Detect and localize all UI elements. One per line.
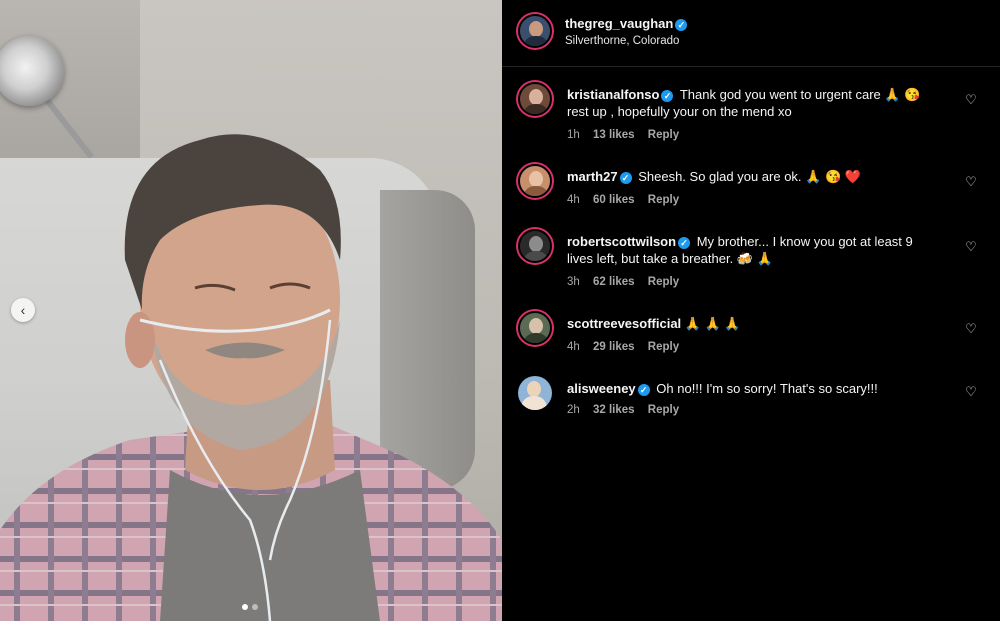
comment-time: 3h <box>567 276 580 288</box>
comment-likes[interactable]: 29 likes <box>593 341 635 353</box>
reply-button[interactable]: Reply <box>648 404 679 416</box>
verified-badge-icon: ✓ <box>678 237 691 249</box>
verified-badge-icon: ✓ <box>661 90 674 102</box>
comment-body: scottreevesofficial 🙏 🙏 🙏 <box>567 315 937 332</box>
verified-badge-icon: ✓ <box>619 172 632 184</box>
comment-meta: 1h 13 likes Reply <box>567 129 689 141</box>
carousel-dot <box>252 604 258 610</box>
reply-button[interactable]: Reply <box>648 194 679 206</box>
commenter-username[interactable]: alisweeney <box>567 381 636 396</box>
comment-body: kristianalfonso ✓ Thank god you went to u… <box>567 86 937 120</box>
heart-outline-icon[interactable]: ♡ <box>964 322 978 336</box>
comment-likes[interactable]: 60 likes <box>593 194 635 206</box>
verified-badge-icon: ✓ <box>675 19 688 31</box>
comment-time: 2h <box>567 404 580 416</box>
reply-button[interactable]: Reply <box>648 341 679 353</box>
heart-outline-icon[interactable]: ♡ <box>964 93 978 107</box>
comment-meta: 4h 29 likes Reply <box>567 341 689 353</box>
comment-text: 🙏 🙏 🙏 <box>684 316 741 331</box>
comment-text: Oh no!!! I'm so sorry! That's so scary!!… <box>656 381 878 396</box>
comment-time: 4h <box>567 194 580 206</box>
post-photo: ‹ <box>0 0 502 621</box>
commenter-avatar[interactable] <box>518 311 552 345</box>
verified-badge-icon: ✓ <box>637 384 650 396</box>
comment-likes[interactable]: 62 likes <box>593 276 635 288</box>
chevron-left-icon: ‹ <box>20 302 26 318</box>
comment-meta: 2h 32 likes Reply <box>567 404 689 416</box>
comment-meta: 3h 62 likes Reply <box>567 276 689 288</box>
author-avatar[interactable] <box>518 14 552 48</box>
comment-likes[interactable]: 32 likes <box>593 404 635 416</box>
commenter-avatar[interactable] <box>518 229 552 263</box>
commenter-avatar[interactable] <box>518 82 552 116</box>
commenter-avatar[interactable] <box>518 164 552 198</box>
comment-text: Sheesh. So glad you are ok. 🙏 😘 ❤️ <box>638 169 861 184</box>
comment-body: robertscottwilson ✓ My brother... I know … <box>567 233 937 267</box>
carousel-dot <box>242 604 248 610</box>
comment-body: alisweeney ✓ Oh no!!! I'm so sorry! That'… <box>567 380 937 397</box>
reply-button[interactable]: Reply <box>648 129 679 141</box>
commenter-username[interactable]: kristianalfonso <box>567 87 659 102</box>
commenter-username[interactable]: scottreevesofficial <box>567 316 681 331</box>
comment-likes[interactable]: 13 likes <box>593 129 635 141</box>
commenter-avatar[interactable] <box>518 376 552 410</box>
carousel-dots <box>242 604 258 610</box>
comments-panel: thegreg_vaughan ✓ Silverthorne, Colorado … <box>502 0 1000 621</box>
comment-meta: 4h 60 likes Reply <box>567 194 689 206</box>
heart-outline-icon[interactable]: ♡ <box>964 175 978 189</box>
comment-time: 1h <box>567 129 580 141</box>
author-username-line: thegreg_vaughan ✓ <box>565 15 690 33</box>
post-header: thegreg_vaughan ✓ Silverthorne, Colorado <box>502 0 1000 67</box>
heart-outline-icon[interactable]: ♡ <box>964 385 978 399</box>
commenter-username[interactable]: robertscottwilson <box>567 234 676 249</box>
commenter-username[interactable]: marth27 <box>567 169 618 184</box>
post-location[interactable]: Silverthorne, Colorado <box>565 35 679 47</box>
comment-body: marth27 ✓ Sheesh. So glad you are ok. 🙏 😘… <box>567 168 937 185</box>
patient-selfie <box>0 134 502 621</box>
author-username[interactable]: thegreg_vaughan <box>565 16 673 31</box>
carousel-prev-button[interactable]: ‹ <box>11 298 35 322</box>
heart-outline-icon[interactable]: ♡ <box>964 240 978 254</box>
reply-button[interactable]: Reply <box>648 276 679 288</box>
comment-time: 4h <box>567 341 580 353</box>
